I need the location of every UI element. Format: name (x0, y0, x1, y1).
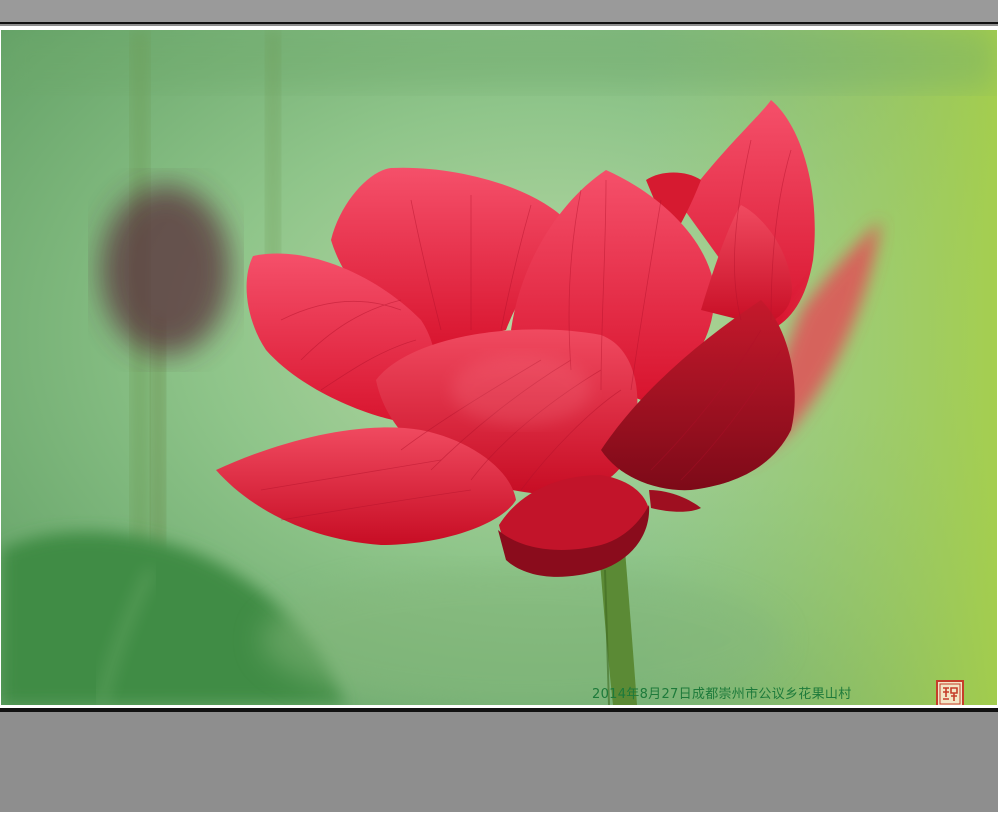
photo-frame: 2014年8月27日成都崇州市公议乡花果山村 (0, 26, 998, 708)
top-bar (0, 0, 998, 24)
bottom-bar (0, 712, 998, 812)
red-seal-stamp-icon (936, 680, 964, 705)
photo-caption: 2014年8月27日成都崇州市公议乡花果山村 (592, 687, 852, 702)
photo-viewer: 2014年8月27日成都崇州市公议乡花果山村 (0, 0, 998, 815)
lotus-photo: 2014年8月27日成都崇州市公议乡花果山村 (1, 30, 997, 705)
lotus-illustration (1, 30, 997, 705)
